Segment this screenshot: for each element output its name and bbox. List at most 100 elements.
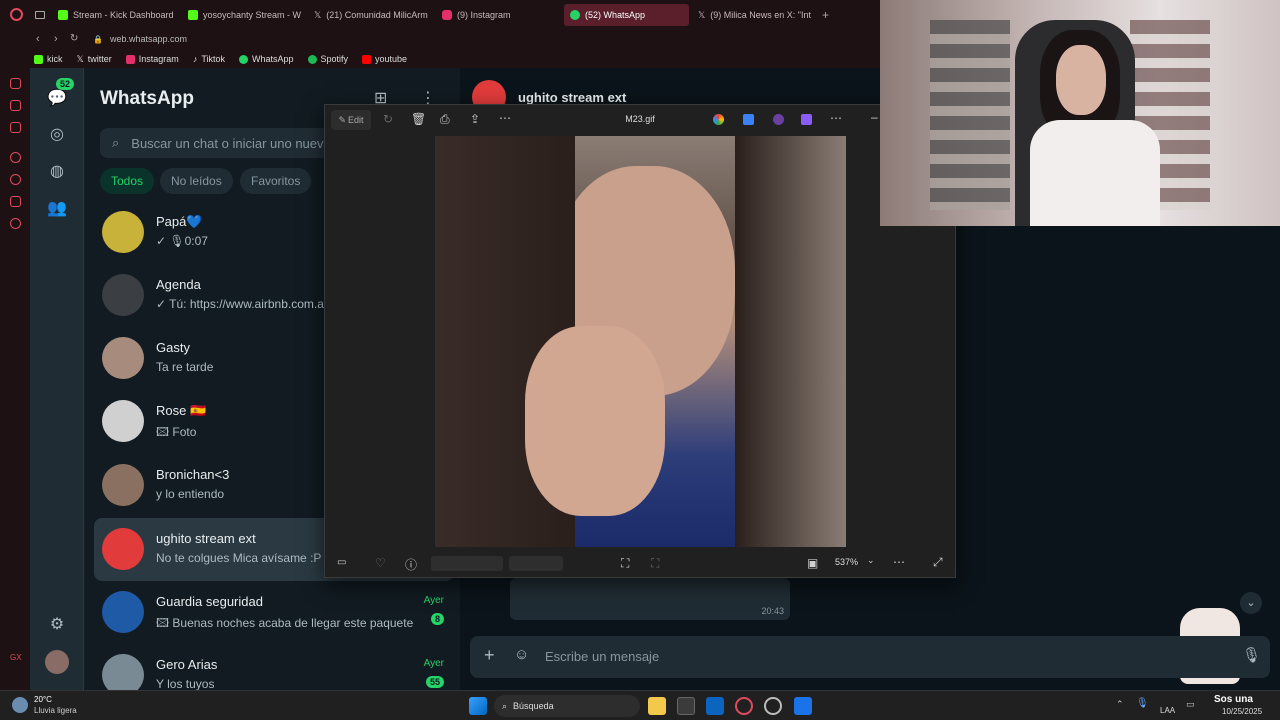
bookmark-whatsapp[interactable]: WhatsApp [238,54,294,64]
communities-icon[interactable]: 👥 [45,196,69,220]
kick-icon [34,54,43,64]
microphone-icon[interactable]: 🎙 [1136,698,1149,709]
chevron-down-icon[interactable]: ⌄ [867,555,875,566]
filter-unread[interactable]: No leídos [160,168,233,194]
heart-icon[interactable] [10,152,21,163]
tab-yosoychanty[interactable]: yosoychanty Stream - W [182,4,306,26]
zoom-level[interactable]: 537% [835,557,858,567]
message-input[interactable]: Escribe un mensaje [545,649,659,664]
tab-instagram[interactable]: (9) Instagram [436,4,560,26]
reload-icon[interactable]: ↻ [70,33,78,44]
copilot-icon[interactable] [713,114,724,125]
fullscreen-icon[interactable]: ⤢ [933,555,943,570]
opera-gx-logo-icon[interactable] [10,8,23,21]
history-icon[interactable] [10,174,21,185]
spotify-icon [307,54,317,64]
filter-all[interactable]: Todos [100,168,155,194]
network-icon[interactable]: ▭ [1186,699,1195,710]
attach-icon[interactable]: + [484,645,495,666]
lock-icon: 🔒 [93,35,103,44]
bookmark-tiktok[interactable]: ♪ Tiktok [193,54,225,64]
browser-tab-bar: Stream - Kick Dashboard yosoychanty Stre… [0,0,880,30]
filmstrip-icon[interactable]: ▭ [337,557,346,568]
bookmarks-bar: kick 𝕏twitter Instagram ♪ Tiktok WhatsApp… [0,50,880,68]
search-icon: ⌕ [502,700,508,711]
messenger-icon[interactable] [10,122,21,133]
microphone-icon[interactable]: 🎙 [1242,646,1261,664]
store-icon[interactable] [677,697,695,715]
minimize-icon[interactable]: – [871,110,878,124]
profile-avatar[interactable] [45,650,69,674]
kick-icon [188,10,198,20]
new-tab-icon[interactable]: + [822,8,829,22]
settings-icon[interactable]: ⚙ [45,612,69,636]
notification-text: Sos una [1214,694,1253,705]
bookmark-youtube[interactable]: youtube [362,54,407,64]
chat-time: Ayer [423,658,444,669]
file-explorer-icon[interactable] [648,697,666,715]
tab-kick-dashboard[interactable]: Stream - Kick Dashboard [52,4,192,26]
tab-whatsapp[interactable]: (52) WhatsApp [564,4,689,26]
scroll-down-icon[interactable]: ⌄ [1240,592,1262,614]
chat-item-guardia[interactable]: Guardia seguridad 🖾 Buenas noches acaba … [94,581,454,644]
opera-gx-icon[interactable] [735,697,753,715]
crop-icon[interactable]: ⛶ [621,556,629,571]
bookmark-kick[interactable]: kick [34,54,63,64]
unread-badge: 52 [56,78,75,90]
taskbar-search[interactable]: ⌕ Búsqueda [494,695,640,717]
tab-comunidad[interactable]: 𝕏 (21) Comunidad MilicArm [308,4,434,26]
extensions-icon[interactable] [10,196,21,207]
outlook-icon[interactable] [706,697,724,715]
start-icon[interactable] [469,697,487,715]
fit-icon[interactable]: ▣ [807,556,818,570]
webcam-overlay [880,0,1280,226]
chat-header-name[interactable]: ughito stream ext [518,90,626,105]
date[interactable]: 10/25/2025 [1222,707,1262,716]
url-field[interactable]: web.whatsapp.com [110,34,187,44]
language-indicator[interactable]: LAA [1160,706,1175,715]
avatar [102,464,144,506]
tab-overview-icon[interactable] [35,11,45,19]
placeholder-bar [509,556,563,571]
gif-image [435,136,846,547]
back-icon[interactable]: ‹ [36,33,40,45]
overflow-icon[interactable]: ⋯ [830,111,842,125]
channels-icon[interactable]: ◍ [45,159,69,183]
address-bar: ‹ › ↻ 🔒 web.whatsapp.com [0,30,880,50]
select-icon[interactable]: ⛶ [651,556,659,571]
x-logo-icon: 𝕏 [76,53,84,64]
bookmark-instagram[interactable]: Instagram [125,54,179,64]
bookmark-twitter[interactable]: 𝕏twitter [77,54,112,65]
emoji-icon[interactable]: ☺ [514,646,529,663]
message-bubble: 20:43 [510,578,790,620]
search-icon: ⌕ [112,135,120,150]
app-icon[interactable] [764,697,782,715]
face-shape [1056,45,1106,115]
paint-icon[interactable] [743,114,754,125]
more-icon[interactable]: ⋯ [893,555,905,569]
bookmark-spotify[interactable]: Spotify [307,54,348,64]
kick-icon [58,10,68,20]
message-time: 20:43 [761,606,784,616]
filter-favorites[interactable]: Favoritos [240,168,312,194]
hand-shape [525,326,665,516]
settings-icon[interactable] [10,218,21,229]
gx-logo-icon: GX [10,653,22,662]
favorite-icon[interactable]: ♡ [375,556,386,570]
designer-icon[interactable] [773,114,784,125]
tab-milica-news[interactable]: 𝕏 (9) Milica News en X: "Int [692,4,817,26]
photos-icon[interactable] [794,697,812,715]
chat-time: Ayer [423,595,444,606]
forward-icon[interactable]: › [54,33,58,45]
status-icon[interactable]: ◎ [45,122,69,146]
app-title: WhatsApp [100,88,194,109]
avatar [102,337,144,379]
clipchamp-icon[interactable] [801,114,812,125]
twitch-icon[interactable] [10,100,21,111]
info-icon[interactable]: ⓘ [405,556,417,573]
weather-icon[interactable] [12,697,28,713]
file-name: M23.gif [625,114,655,124]
tray-overflow-icon[interactable]: ⌃ [1116,699,1124,710]
gx-control-icon[interactable] [10,78,21,89]
torso-shape [1030,120,1160,226]
